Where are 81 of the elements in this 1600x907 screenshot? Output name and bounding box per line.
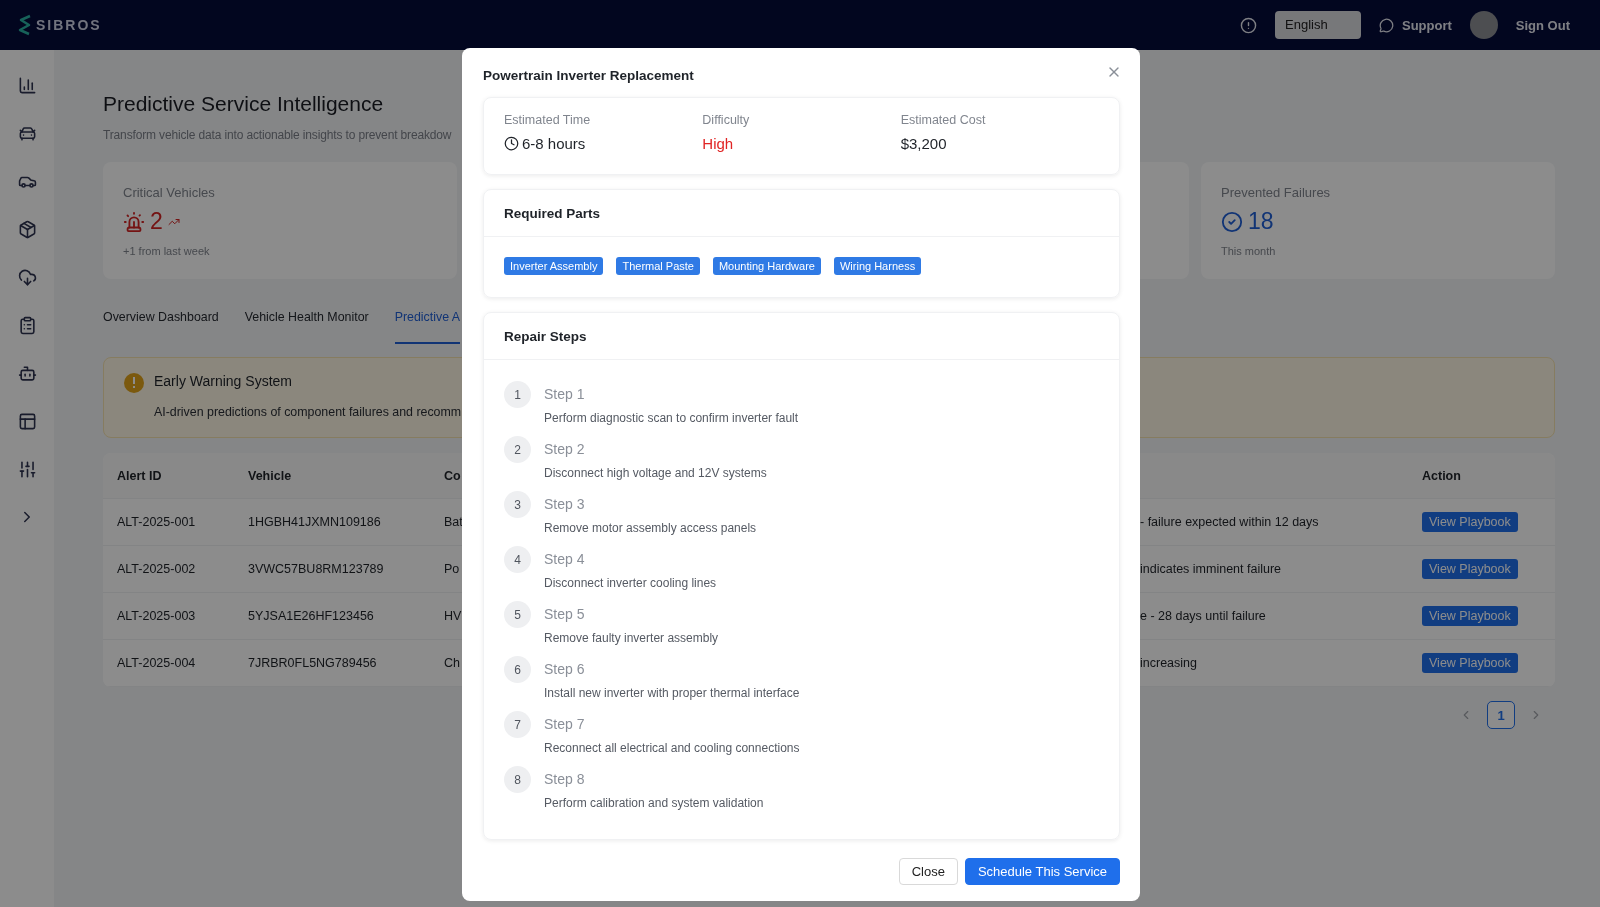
step-title: Step 4: [544, 551, 586, 567]
banner-text: AI-driven predictions of component failures and recomm: [154, 404, 462, 421]
step-text: Disconnect high voltage and 12V systems: [544, 466, 768, 480]
step-text: Perform diagnostic scan to confirm inverter fault: [544, 411, 800, 425]
step-number: 3: [504, 491, 531, 518]
part-tag: Mounting Hardware: [712, 257, 821, 275]
step-title: Step 5: [544, 606, 586, 622]
step-number: 8: [504, 766, 531, 793]
page-title: Predictive Service Intelligence: [103, 92, 385, 116]
step-title: Step 6: [544, 661, 586, 677]
table-cell: indicates imminent failure: [1140, 562, 1282, 576]
step-title: Step 3: [544, 496, 586, 512]
info-label: Difficulty: [702, 113, 751, 127]
step-text: Disconnect inverter cooling lines: [544, 576, 718, 590]
table-cell: - failure expected within 12 days: [1140, 515, 1319, 529]
page-button[interactable]: 1: [1487, 701, 1515, 729]
support-link[interactable]: Support: [1379, 17, 1452, 33]
part-tag: Inverter Assembly: [504, 257, 604, 275]
brand-name: SIBROS: [36, 17, 102, 33]
stat-note: This month: [1221, 245, 1277, 257]
info-value: 6-8 hours: [522, 135, 586, 152]
table-cell: e - 28 days until failure: [1140, 609, 1266, 623]
card-title: Required Parts: [484, 190, 1119, 237]
part-tag: Wiring Harness: [833, 257, 922, 275]
view-playbook-button[interactable]: View Playbook: [1422, 606, 1518, 626]
column-header: Vehicle: [248, 468, 292, 483]
table-cell: ALT-2025-004: [117, 656, 196, 670]
info-value: High: [702, 135, 734, 152]
table-cell: ALT-2025-002: [117, 562, 196, 576]
dialog-title: Powertrain Inverter Replacement: [483, 68, 694, 83]
step-text: Remove motor assembly access panels: [544, 521, 758, 535]
step-number: 4: [504, 546, 531, 573]
step-text: Install new inverter with proper thermal interface: [544, 686, 801, 700]
view-playbook-button[interactable]: View Playbook: [1422, 653, 1518, 673]
table-cell: ALT-2025-003: [117, 609, 196, 623]
step-title: Step 2: [544, 441, 586, 457]
stat-value: 2: [150, 208, 163, 235]
stat-value: 18: [1248, 208, 1274, 235]
schedule-button[interactable]: Schedule This Service: [964, 858, 1120, 885]
card-title: Repair Steps: [484, 313, 1119, 360]
table-cell: HV: [444, 609, 462, 623]
table-cell: ALT-2025-001: [117, 515, 196, 529]
table-cell: increasing: [1140, 656, 1197, 670]
table-cell: 3VWC57BU8RM123789: [248, 562, 384, 576]
step-number: 1: [504, 381, 531, 408]
close-button[interactable]: Close: [898, 858, 958, 885]
step-title: Step 1: [544, 386, 586, 402]
column-header: Alert ID: [117, 468, 162, 483]
part-tag: Thermal Paste: [616, 257, 700, 275]
column-header: Co: [444, 468, 461, 483]
tab[interactable]: Vehicle Health Monitor: [244, 306, 369, 344]
step-text: Remove faulty inverter assembly: [544, 631, 720, 645]
step-number: 2: [504, 436, 531, 463]
step-number: 7: [504, 711, 531, 738]
sign-out-link[interactable]: Sign Out: [1515, 17, 1570, 33]
table-cell: Ch: [444, 656, 460, 670]
column-header: Action: [1422, 468, 1461, 483]
stat-label: Critical Vehicles: [123, 185, 216, 200]
page-subtitle: Transform vehicle data into actionable insights to prevent breakdow: [103, 128, 452, 142]
language-select[interactable]: English: [1275, 11, 1361, 39]
banner-title: Early Warning System: [154, 373, 292, 391]
table-cell: 7JRBR0FL5NG789456: [248, 656, 377, 670]
view-playbook-button[interactable]: View Playbook: [1422, 512, 1518, 532]
tab[interactable]: Predictive A: [394, 306, 461, 344]
table-cell: 5YJSA1E26HF123456: [248, 609, 374, 623]
info-label: Estimated Cost: [900, 113, 987, 127]
step-number: 6: [504, 656, 531, 683]
step-title: Step 7: [544, 716, 586, 732]
view-playbook-button[interactable]: View Playbook: [1422, 559, 1518, 579]
info-value: $3,200: [900, 135, 947, 152]
table-cell: 1HGBH41JXMN109186: [248, 515, 381, 529]
step-title: Step 8: [544, 771, 586, 787]
stat-label: Prevented Failures: [1221, 185, 1332, 200]
step-text: Reconnect all electrical and cooling connections: [544, 741, 801, 755]
info-label: Estimated Time: [504, 113, 592, 127]
stat-note: +1 from last week: [123, 245, 211, 257]
table-cell: Po: [444, 562, 460, 576]
tab[interactable]: Overview Dashboard: [103, 306, 219, 344]
table-cell: Bat: [444, 515, 463, 529]
step-text: Perform calibration and system validation: [544, 796, 765, 810]
step-number: 5: [504, 601, 531, 628]
